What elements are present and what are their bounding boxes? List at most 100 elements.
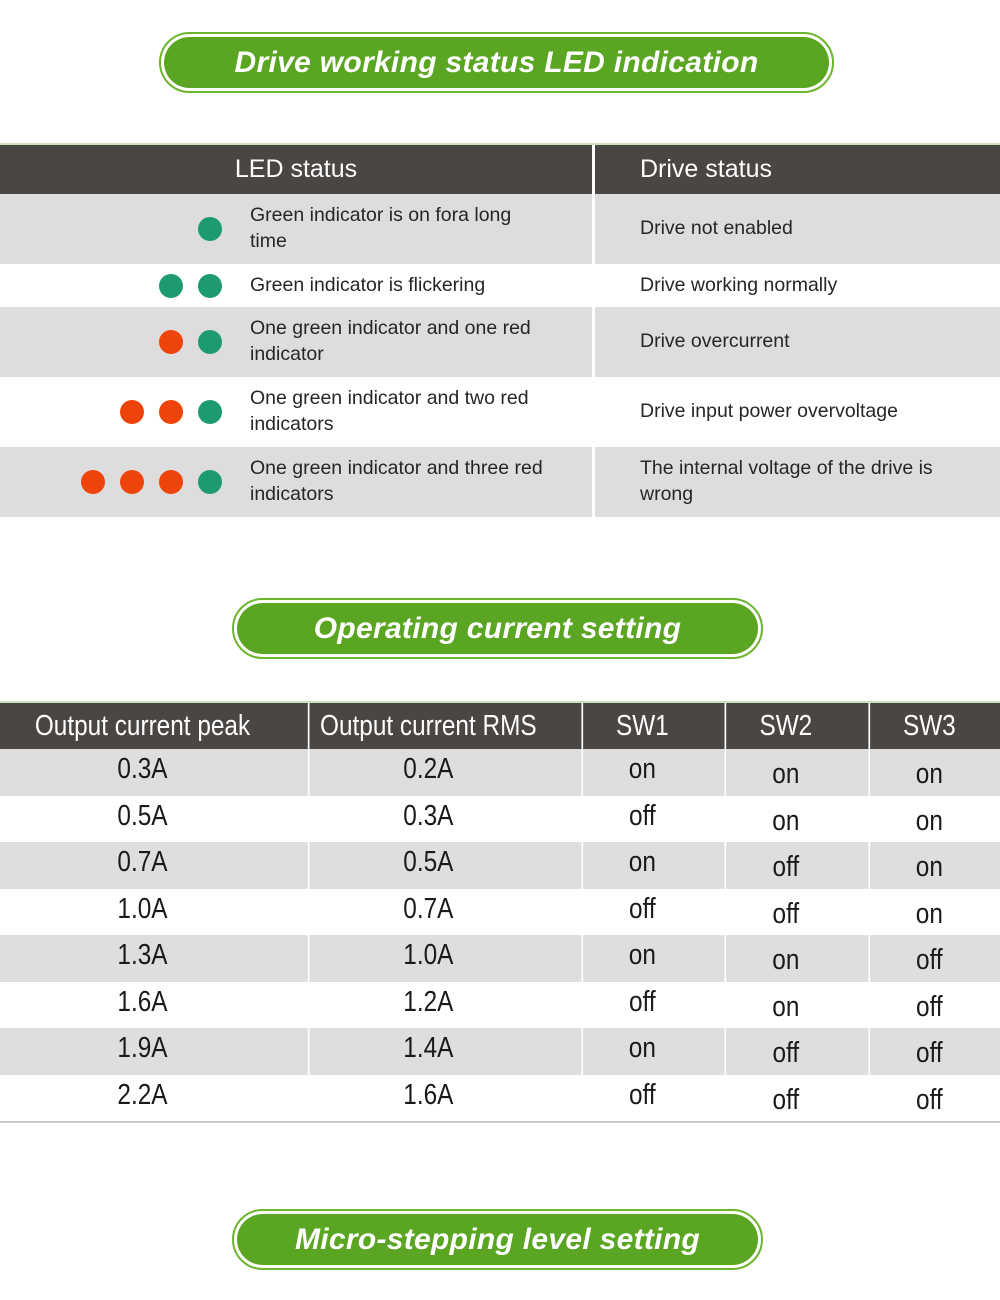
cell-sw3: on [868,888,988,935]
cell-rms: 0.5A [307,842,547,889]
led-dot-group [0,217,224,241]
cell-sw3: off [868,1028,988,1075]
table-row: One green indicator and two red indicato… [0,377,1000,447]
drive-status-text: Drive overcurrent [592,307,1000,377]
led-dot-group [0,273,224,298]
cell-peak: 1.3A [117,939,168,972]
table-row: Green indicator is on fora long time Dri… [0,194,1000,264]
led-status-cell: Green indicator is flickering [0,264,592,307]
cell-rms: 0.2A [307,749,547,796]
cell-sw3: on [868,842,988,889]
led-dot-red-icon [159,400,183,424]
table-row: 1.9A 1.4A on off off [0,1028,1000,1075]
cell-peak: 1.6A [117,985,168,1018]
cell-sw2: off [724,842,846,889]
led-status-table: LED status Drive status Green indicator … [0,143,1000,517]
operating-current-table: Output current peak Output current RMS S… [0,701,1000,1123]
drive-status-text: Drive input power overvoltage [592,377,1000,447]
cell-rms: 1.0A [307,935,547,982]
column-header-output-current-peak: Output current peak [34,709,251,742]
led-dot-group [0,400,224,424]
cell-sw2: on [724,981,846,1028]
column-header-output-current-rms: Output current RMS [307,703,547,749]
banner-micro-stepping-fill: Micro-stepping level setting [237,1214,758,1265]
led-dot-green-icon [198,273,222,298]
cell-rms: 1.6A [307,1074,547,1121]
led-status-table-header-row: LED status Drive status [0,143,1000,194]
led-dot-green-icon [198,217,222,241]
table-row: Green indicator is flickering Drive work… [0,264,1000,307]
led-status-text: One green indicator and three red indica… [250,457,543,505]
cell-sw2: off [724,1028,846,1075]
cell-sw1: on [581,842,701,889]
led-status-text: Green indicator is flickering [250,273,486,296]
cell-sw1: on [581,935,701,982]
led-status-text: Green indicator is on fora long time [250,204,512,252]
cell-sw3: off [868,1074,988,1121]
led-dot-group [0,330,224,354]
cell-sw1: on [581,1028,701,1075]
cell-sw3: on [868,749,988,796]
cell-rms: 0.7A [307,888,547,935]
led-dot-red-icon [120,400,144,424]
banner-micro-stepping-title: Micro-stepping level setting [294,1222,701,1256]
table-row: 1.3A 1.0A on on off [0,935,1000,982]
banner-operating-current-fill: Operating current setting [237,603,758,654]
cell-sw3: off [868,981,988,1028]
led-dot-group [0,470,224,494]
cell-sw1: off [581,1074,701,1121]
table-row: 0.7A 0.5A on off on [0,842,1000,889]
drive-status-text: The internal voltage of the drive is wro… [592,447,1000,517]
led-dot-green-icon [198,470,222,494]
cell-peak: 1.9A [117,1032,168,1065]
banner-led-indication-fill: Drive working status LED indication [164,37,829,88]
drive-status-text: Drive working normally [592,264,1000,307]
table-row: 0.3A 0.2A on on on [0,749,1000,796]
banner-operating-current-title: Operating current setting [313,611,682,645]
table-row: One green indicator and one red indicato… [0,307,1000,377]
led-dot-red-icon [159,470,183,494]
led-status-text: One green indicator and one red indicato… [250,317,531,365]
led-dot-green-icon [159,273,183,298]
cell-sw1: off [581,795,701,842]
banner-operating-current: Operating current setting [232,598,763,659]
cell-sw1: on [581,749,701,796]
cell-sw2: on [724,749,846,796]
table-row: 0.5A 0.3A off on on [0,795,1000,842]
led-status-cell: Green indicator is on fora long time [0,194,592,264]
cell-peak: 2.2A [117,1078,168,1111]
cell-rms: 1.2A [307,981,547,1028]
table-row: One green indicator and three red indica… [0,447,1000,517]
banner-led-indication-title: Drive working status LED indication [234,45,759,79]
cell-peak: 0.3A [117,753,168,786]
led-dot-green-icon [198,330,222,354]
cell-sw2: on [724,795,846,842]
banner-led-indication: Drive working status LED indication [159,32,834,93]
cell-peak: 1.0A [117,892,168,925]
column-header-sw2: SW2 [724,703,846,749]
cell-sw3: off [868,935,988,982]
cell-sw2: on [724,935,846,982]
column-header-drive-status: Drive status [592,145,1000,194]
led-dot-red-icon [159,330,183,354]
table-row: 1.0A 0.7A off off on [0,888,1000,935]
led-status-text: One green indicator and two red indicato… [250,387,529,435]
column-header-sw1: SW1 [581,703,701,749]
column-header-led-status: LED status [234,155,358,183]
cell-peak: 0.7A [117,846,168,879]
led-dot-red-icon [120,470,144,494]
cell-sw2: off [724,1074,846,1121]
table-row: 2.2A 1.6A off off off [0,1074,1000,1121]
column-header-sw3: SW3 [868,703,988,749]
led-status-cell: One green indicator and two red indicato… [0,377,592,447]
banner-micro-stepping: Micro-stepping level setting [232,1209,763,1270]
led-dot-red-icon [81,470,105,494]
table-row: 1.6A 1.2A off on off [0,981,1000,1028]
current-table-header-row: Output current peak Output current RMS S… [0,703,1000,749]
cell-sw1: off [581,888,701,935]
cell-rms: 0.3A [307,795,547,842]
cell-peak: 0.5A [117,799,168,832]
cell-sw3: on [868,795,988,842]
drive-status-text: Drive not enabled [592,194,1000,264]
led-status-cell: One green indicator and three red indica… [0,447,592,517]
